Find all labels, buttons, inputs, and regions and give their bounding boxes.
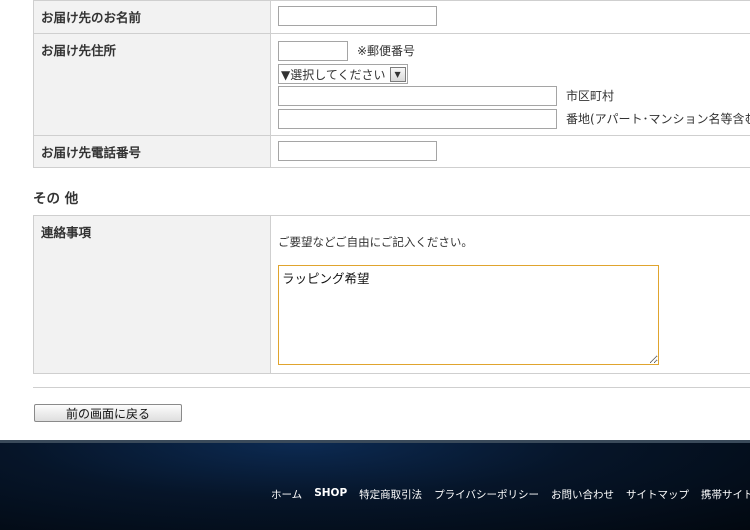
footer-link-contact[interactable]: お問い合わせ (551, 487, 614, 502)
site-footer: ホーム SHOP 特定商取引法 プライバシーポリシー お問い合わせ サイトマップ… (0, 443, 750, 530)
recipient-name-cell (270, 0, 750, 34)
footer-link-mobile-site[interactable]: 携帯サイト (701, 487, 750, 502)
back-button[interactable]: 前の画面に戻る (34, 404, 182, 422)
address-label: お届け先住所 (33, 33, 271, 136)
telephone-label: お届け先電話番号 (33, 135, 271, 168)
contact-notes-hint: ご要望などご自由にご記入ください。 (278, 235, 473, 249)
street-note: 番地(アパート･マンション名等含む) (566, 112, 750, 126)
contact-notes-label: 連絡事項 (33, 215, 271, 374)
other-form-table: 連絡事項 ご要望などご自由にご記入ください。 ラッピング希望 (33, 215, 750, 374)
contact-notes-cell: ご要望などご自由にご記入ください。 ラッピング希望 (270, 215, 750, 374)
footer-link-shop[interactable]: SHOP (314, 487, 347, 502)
postal-code-input[interactable] (278, 40, 348, 61)
address-cell: ※郵便番号 ▼選択してください ▼ 市区町村 番地(アパート･マンション名等含む… (270, 33, 750, 136)
city-input[interactable] (278, 85, 557, 106)
prefecture-selected-value: ▼選択してください (281, 67, 386, 82)
footer-link-home[interactable]: ホーム (271, 487, 302, 502)
delivery-form-table: お届け先のお名前 お届け先住所 ※郵便番号 ▼選択してください ▼ 市区町村 番… (33, 0, 750, 168)
row-contact-notes: 連絡事項 ご要望などご自由にご記入ください。 ラッピング希望 (33, 215, 750, 374)
recipient-name-label: お届け先のお名前 (33, 0, 271, 34)
city-note: 市区町村 (566, 89, 615, 103)
row-telephone: お届け先電話番号 (33, 135, 750, 168)
other-section-title: その 他 (33, 191, 79, 207)
prefecture-select[interactable]: ▼選択してください ▼ (278, 64, 408, 84)
postal-line: ※郵便番号 (278, 39, 750, 62)
row-recipient-name: お届け先のお名前 (33, 0, 750, 34)
telephone-input[interactable] (278, 141, 437, 161)
telephone-cell (270, 135, 750, 168)
row-address: お届け先住所 ※郵便番号 ▼選択してください ▼ 市区町村 番地(アパート･マン… (33, 33, 750, 136)
footer-link-sitemap[interactable]: サイトマップ (626, 487, 689, 502)
recipient-name-input[interactable] (278, 6, 437, 26)
divider (33, 387, 750, 388)
chevron-down-icon[interactable]: ▼ (389, 66, 406, 82)
street-line: 番地(アパート･マンション名等含む) (278, 107, 750, 130)
city-line: 市区町村 (278, 84, 750, 107)
footer-nav: ホーム SHOP 特定商取引法 プライバシーポリシー お問い合わせ サイトマップ… (271, 487, 750, 502)
footer-link-privacy-policy[interactable]: プライバシーポリシー (434, 487, 539, 502)
street-input[interactable] (278, 108, 557, 129)
contact-notes-textarea[interactable]: ラッピング希望 (278, 265, 659, 365)
postal-code-note: ※郵便番号 (357, 44, 416, 58)
footer-link-commerce-law[interactable]: 特定商取引法 (359, 487, 422, 502)
